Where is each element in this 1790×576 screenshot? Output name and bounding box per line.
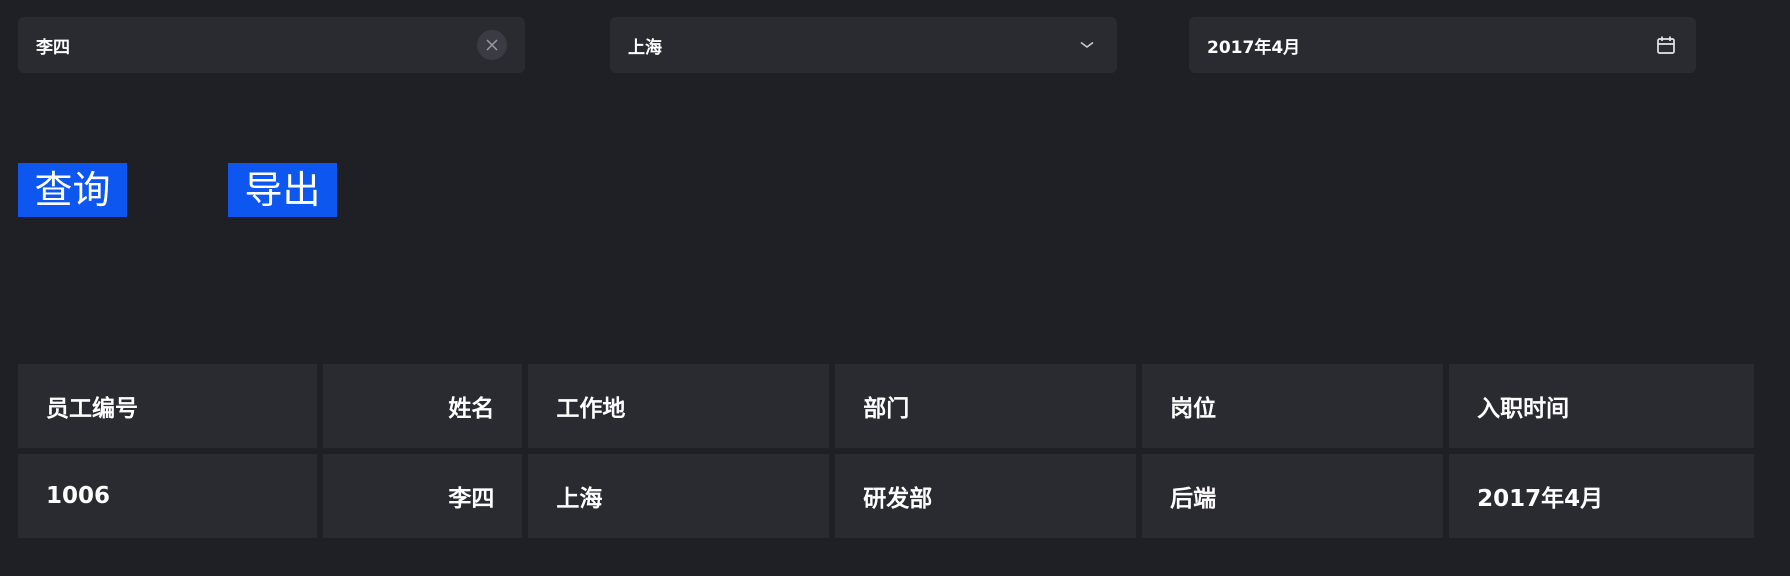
cell-position: 后端 bbox=[1142, 454, 1444, 538]
city-select-value: 上海 bbox=[628, 37, 662, 58]
column-header-position: 岗位 bbox=[1142, 364, 1444, 448]
cell-department: 研发部 bbox=[835, 454, 1137, 538]
cell-work-location: 上海 bbox=[528, 454, 830, 538]
query-button[interactable]: 查询 bbox=[18, 163, 127, 217]
table-row: 1006 李四 上海 研发部 后端 2017年4月 bbox=[18, 454, 1754, 538]
column-header-department: 部门 bbox=[835, 364, 1137, 448]
date-picker-value: 2017年4月 bbox=[1207, 37, 1301, 58]
clear-icon[interactable] bbox=[477, 30, 507, 60]
column-header-work-location: 工作地 bbox=[528, 364, 830, 448]
cell-name: 李四 bbox=[322, 454, 523, 538]
name-filter-field[interactable] bbox=[18, 17, 525, 73]
calendar-icon[interactable] bbox=[1654, 33, 1678, 57]
city-select[interactable]: 上海 bbox=[610, 17, 1117, 73]
cell-hire-date: 2017年4月 bbox=[1449, 454, 1754, 538]
column-header-name: 姓名 bbox=[322, 364, 523, 448]
employee-table: 员工编号 姓名 工作地 部门 岗位 入职时间 1006 李四 上海 研发部 后端… bbox=[18, 364, 1754, 544]
employee-query-page: 上海 2017年4月 查询 导出 员工编号 姓名 工作地 部门 岗位 入职时间 … bbox=[0, 0, 1790, 576]
table-header-row: 员工编号 姓名 工作地 部门 岗位 入职时间 bbox=[18, 364, 1754, 448]
cell-employee-id: 1006 bbox=[18, 454, 317, 538]
export-button[interactable]: 导出 bbox=[228, 163, 337, 217]
column-header-hire-date: 入职时间 bbox=[1449, 364, 1754, 448]
date-picker[interactable]: 2017年4月 bbox=[1189, 17, 1696, 73]
chevron-down-icon[interactable] bbox=[1075, 33, 1099, 57]
column-header-employee-id: 员工编号 bbox=[18, 364, 317, 448]
name-filter-input[interactable] bbox=[36, 35, 477, 55]
